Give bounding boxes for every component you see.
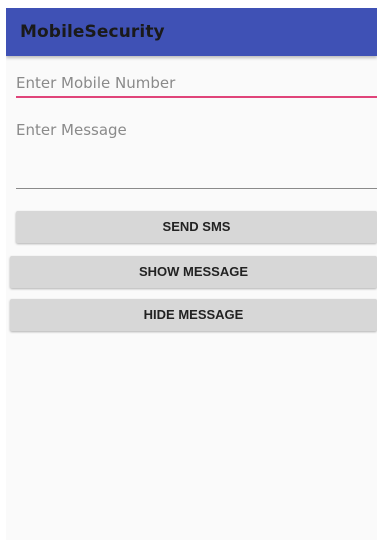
app-title: MobileSecurity bbox=[20, 22, 165, 42]
send-sms-button[interactable]: SEND SMS bbox=[16, 211, 377, 243]
message-input[interactable] bbox=[16, 120, 377, 186]
app-bar: MobileSecurity bbox=[6, 8, 377, 56]
message-underline bbox=[16, 188, 377, 189]
mobile-number-underline bbox=[16, 96, 377, 98]
app-screen: MobileSecurity SEND SMS SHOW MESSAGE HID… bbox=[6, 8, 377, 540]
mobile-number-input[interactable] bbox=[16, 72, 377, 94]
show-message-button[interactable]: SHOW MESSAGE bbox=[10, 256, 377, 288]
hide-message-button[interactable]: HIDE MESSAGE bbox=[10, 299, 377, 331]
